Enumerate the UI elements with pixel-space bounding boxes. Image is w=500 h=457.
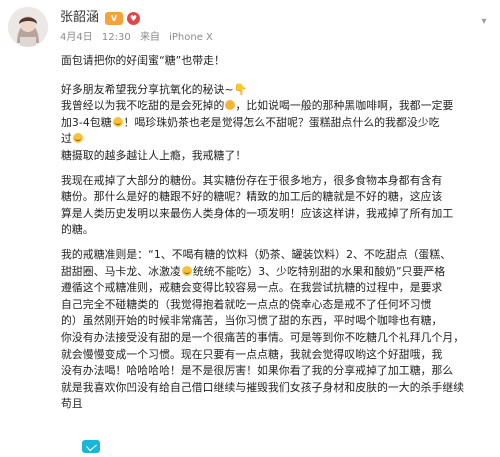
vip-badge: V — [105, 11, 124, 25]
smiley-face-icon — [72, 133, 83, 144]
post-line: 糖份。那什么是好的糖跟不好的糖呢？精致的加工后的糖就是不好的糖，这应该 — [61, 190, 443, 204]
post-line: 算是人类历史发明以来最伤人类身体的一项发明！应该这样讲，我戒掉了所有加工 — [61, 206, 454, 220]
post-line: 遵循这个戒糖准则，戒糖会变得比较容易一点。在我尝试抗糖的过程中，是要求 — [61, 281, 443, 295]
post-line: 过 — [61, 131, 491, 148]
smiley-face-icon — [112, 116, 123, 127]
post-line: 苟且 — [61, 397, 83, 411]
post-line: 你没有办法接受没有甜的是一个很痛苦的事情。可是等到你不吃糖几个礼拜几个月， — [61, 330, 465, 344]
post-source: iPhone X — [169, 32, 213, 43]
avatar-image — [8, 7, 48, 47]
post-line: 加3-4包糖 ！喝珍珠奶茶也老是觉得怎么不甜呢？蛋糕甜点什么的我都没少吃 — [61, 115, 440, 129]
post-line: 的）虽然刚开始的时候非常痛苦，当你习惯了甜的东西，平时喝个咖啡也有糖， — [61, 314, 443, 328]
post-line: 自己完全不碰糖类的（我觉得抱着就吃一点点的侥幸心态是戒不了任何坏习惯 — [61, 297, 432, 311]
post-line: 甜甜圈、马卡龙、冰激凌 统统不能吃）3、少吃特别甜的水果和酸奶”只要严格 — [61, 264, 446, 278]
post-line: 的糖。 — [61, 223, 94, 237]
post-line: 我现在戒掉了大部分的糖份。其实糖份存在于很多地方，很多食物本身都有含有 — [61, 173, 443, 187]
post-line: 面包请把你的好闺蜜“糖”也带走！ — [61, 54, 225, 67]
post-line: 就是我喜欢你凹没有给自己借口继续与摧毁我们女孩子身材和皮肤的一大的杀手继续 — [61, 380, 465, 394]
weibo-post: 张韶涵 V ♥ 4月4日 12:30 来自 iPhone X ▾ 面包请把你的好… — [0, 0, 500, 457]
post-line: 我曾经以为我不吃甜的是会死掉的 ，比如说喝一般的那种黑咖啡啊，我都一定要 — [61, 99, 454, 113]
smiley-face-icon — [181, 265, 192, 276]
post-meta: 4月4日 12:30 来自 iPhone X — [60, 32, 219, 44]
post-line: 糖摄取的越多越让人上瘾，我戒糖了！ — [61, 148, 247, 162]
post-date: 4月4日 — [60, 32, 93, 43]
heart-badge-icon: ♥ — [127, 11, 141, 25]
avatar[interactable] — [8, 7, 48, 47]
emoji-icon — [225, 100, 236, 111]
post-line: 就会慢慢变成一个习惯。现在只要有一点点糖，我就会觉得叹哟这个好甜哦，我 — [61, 347, 443, 361]
post-line: 好多朋友希望我分享抗氧化的秘诀~👇 — [61, 82, 491, 99]
source-prefix: 来自 — [139, 32, 160, 43]
post-header: 张韶涵 V ♥ 4月4日 12:30 来自 iPhone X ▾ — [0, 0, 500, 52]
pointing-down-hand-icon: 👇 — [233, 82, 248, 96]
chevron-down-icon[interactable]: ▾ — [478, 16, 490, 28]
post-line: 我的戒糖准则是：“1、不喝有糖的饮料（奶茶、罐装饮料）2、不吃甜点（蛋糕、 — [61, 247, 452, 261]
post-time: 12:30 — [101, 32, 131, 43]
username[interactable]: 张韶涵 — [60, 10, 99, 26]
weixin-icon[interactable] — [82, 440, 100, 453]
user-row: 张韶涵 V ♥ — [60, 10, 141, 26]
post-line: 没有办法喝！哈哈哈哈！是不是很厉害！如果你看了我的分享戒掉了加工糖，那么 — [61, 364, 454, 378]
post-body: 面包请把你的好闺蜜“糖”也带走！ 好多朋友希望我分享抗氧化的秘诀~👇 我曾经以为… — [61, 53, 491, 413]
